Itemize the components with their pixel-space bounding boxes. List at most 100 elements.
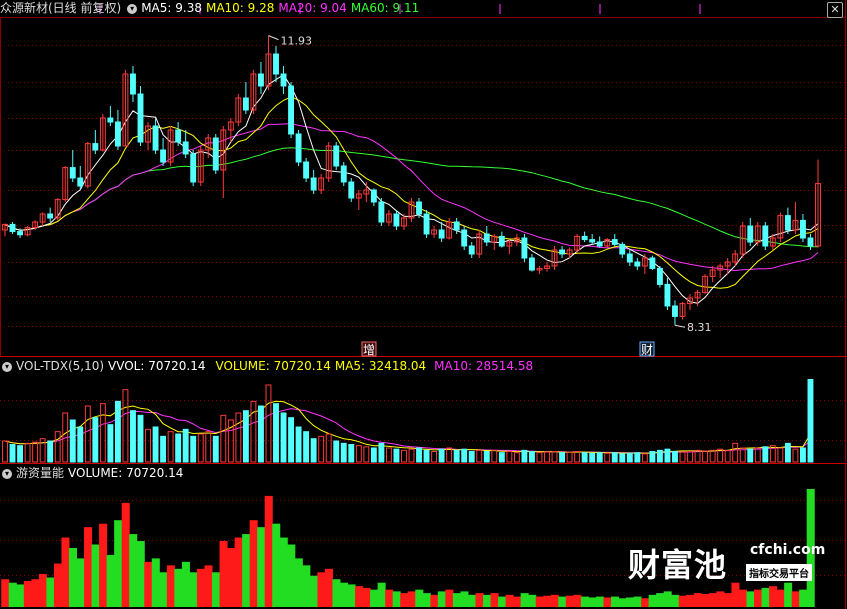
volume-bar [634,452,641,463]
volume-bar [687,451,693,463]
volume-bar [205,431,212,463]
hot-money-bar [498,596,507,607]
candle [212,137,219,171]
candle [528,257,535,271]
hot-money-bar [769,586,778,607]
hot-money-bar [99,523,108,607]
candle [438,229,445,239]
hot-money-bar [407,591,416,607]
volume-bar [212,435,219,463]
candle [589,239,596,243]
volume-bar [498,452,505,463]
volume-bar [77,426,84,463]
candle [340,165,347,183]
volume-bar [2,440,8,463]
hot-money-panel-title[interactable]: 游资量能 [16,466,64,480]
hot-money-bar [317,572,326,607]
candle [137,93,144,143]
hot-money-bar [324,568,333,607]
chevron-down-icon[interactable]: ▾ [2,468,12,479]
volume-bar [807,378,814,463]
close-icon[interactable]: ✕ [827,2,843,18]
candle [664,283,671,307]
volume-panel-title[interactable]: VOL-TDX(5,10) [16,359,104,373]
volume-bar [235,412,242,463]
hot-money-bar [61,537,70,607]
hot-money-bar [23,580,32,607]
volume-bar [363,446,370,463]
hot-money-bar [580,596,589,607]
legend-vvol: VVOL: 70720.14 [108,359,206,373]
volume-bar [54,431,61,463]
hot-money-bar [761,587,770,607]
vol-ma10-line [4,408,811,454]
price-panel-header: 众源新材(日线 前复权) ▾ MA5: 9.38 MA10: 9.28 MA20: 9.… [0,0,423,16]
hot-money-bar [219,541,228,607]
hot-money-bar [227,547,236,607]
volume-bar [528,451,535,463]
hot-money-bar [776,589,785,607]
candle [762,225,769,247]
volume-bar [754,447,761,463]
volume-bar [280,412,287,463]
watermark-main: 财富池 [628,546,728,584]
volume-bar [672,451,678,463]
volume-bar [273,403,279,463]
candle [310,177,317,191]
hot-money-bar [708,593,717,607]
volume-bar [724,449,731,463]
volume-bar [160,435,167,463]
volume-bar [762,446,769,463]
legend-vol-ma5: MA5: 32418.04 [334,359,427,373]
volume-bar [446,447,453,463]
volume-bar [333,440,340,463]
hot-money-bar [114,520,123,607]
hot-money-bar [339,582,349,607]
volume-bar [32,441,39,463]
hot-money-bar [671,594,680,607]
hot-money-bar [603,597,612,607]
candle [393,213,400,227]
volume-bar [431,451,438,463]
chevron-down-icon[interactable]: ▾ [127,3,138,14]
chevron-down-icon[interactable]: ▾ [2,361,12,372]
volume-bar [114,400,121,463]
volume-bar [566,451,573,463]
volume-bar [137,414,144,463]
ma5-line [4,74,819,304]
hot-money-bar [1,579,10,607]
hot-money-bar [144,561,153,607]
hot-money-bar [242,534,251,607]
volume-bar [107,424,114,463]
hot-money-bar [565,595,574,607]
candle [190,153,197,183]
volume-bar [559,452,566,463]
candle [17,231,24,236]
hot-money-bar [799,589,808,607]
stock-chart-window: 11.93 8.31 增财 众源新材(日线 前复权) ▾ MA5: 9.38 MA10: … [0,0,847,609]
volume-bar [175,433,182,463]
volume-bar [656,449,663,463]
marker-zeng: 增 [363,343,375,357]
hot-money-bar [309,575,318,607]
hot-money-bar [626,597,635,607]
hot-money-bar [460,591,469,607]
legend-hot-volume: VOLUME: 70720.14 [68,466,184,480]
hot-money-bar [196,568,205,607]
candle [807,237,814,247]
volume-bar [641,453,648,463]
volume-bar [544,451,550,463]
candle [288,85,295,135]
volume-bar [679,451,686,463]
volume-bar [122,389,129,463]
price-panel-title[interactable]: 众源新材(日线 前复权) [0,1,121,15]
candle [656,267,663,285]
candle [114,121,121,147]
hot-money-bar [257,527,266,607]
hot-money-bar [693,593,702,607]
volume-bar [702,450,709,463]
candle [581,235,588,241]
hot-money-bar [505,594,514,607]
candle [273,53,279,75]
hot-money-bar [731,582,740,607]
